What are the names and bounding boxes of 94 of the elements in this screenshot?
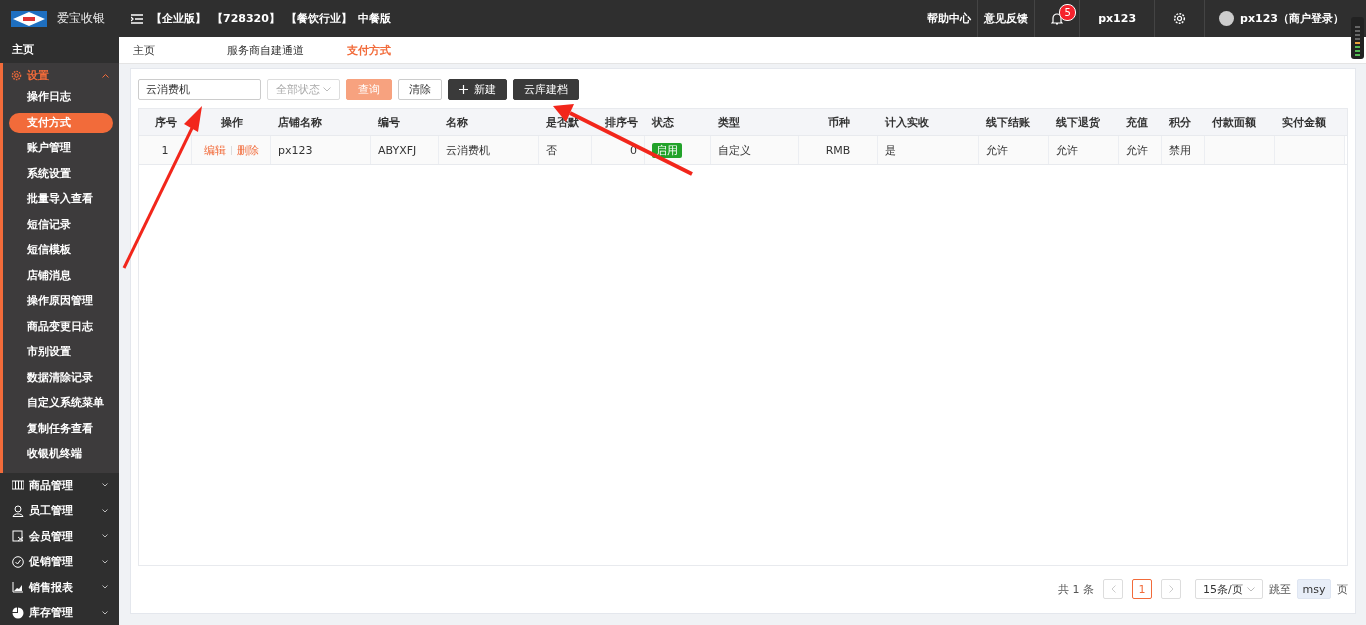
column-header: 排序号 <box>604 114 639 131</box>
table-cell: ABYXFJ <box>371 136 439 164</box>
column-header: 充值 <box>1125 114 1149 131</box>
chevron-down-icon <box>1247 586 1255 592</box>
column-header: 操作 <box>219 114 244 131</box>
column-header: 状态 <box>650 114 675 131</box>
column-header: 实付金额 <box>1281 114 1327 131</box>
sidebar-item[interactable]: 系统设置 <box>9 163 113 184</box>
sidebar-item[interactable]: 数据清除记录 <box>9 367 113 388</box>
plus-icon <box>459 85 468 94</box>
edition-tag: 【餐饮行业】 <box>285 11 352 26</box>
table-cell: 1 <box>139 136 192 164</box>
table-cell: 云消费机 <box>439 136 539 164</box>
clear-button[interactable]: 清除 <box>398 79 442 100</box>
bell-icon[interactable] <box>1051 11 1064 26</box>
logo-icon <box>11 10 47 27</box>
notification-badge: 5 <box>1059 4 1077 21</box>
sidebar-item[interactable]: 操作原因管理 <box>9 291 113 312</box>
settings-icon[interactable] <box>1173 12 1187 25</box>
check-icon <box>12 555 24 568</box>
account-name[interactable]: px123（商户登录） <box>1240 11 1344 26</box>
pie-icon <box>12 606 24 619</box>
sidebar-group[interactable]: 销售报表 <box>0 574 119 600</box>
meter-widget <box>1351 17 1364 59</box>
sidebar-group[interactable]: 库存管理 <box>0 600 119 625</box>
page-size-select[interactable]: 15条/页 <box>1195 579 1263 599</box>
sidebar-item[interactable]: 短信记录 <box>9 214 113 235</box>
table-cell: 否 <box>539 136 592 164</box>
column-header: 计入实收 <box>884 114 930 131</box>
caret-icon <box>102 559 108 564</box>
caret-icon <box>102 483 108 488</box>
column-header: 付款面额 <box>1211 114 1257 131</box>
goto-field[interactable]: msy <box>1297 579 1331 599</box>
sidebar-item[interactable]: 主页 <box>0 37 119 63</box>
edition-tag: 【728320】 <box>212 11 280 26</box>
column-header: 线下结账 <box>985 114 1031 131</box>
table-cell: 禁用 <box>1162 136 1205 164</box>
column-header: 线下退货 <box>1055 114 1101 131</box>
caret-icon <box>102 508 108 513</box>
page-suffix: 页 <box>1337 581 1348 597</box>
search-field[interactable]: 云消费机 <box>138 79 261 100</box>
edition-tag: 中餐版 <box>357 11 391 26</box>
sidebar-group[interactable]: 促销管理 <box>0 549 119 575</box>
menu-icon[interactable] <box>131 13 143 24</box>
table-cell: 自定义 <box>711 136 799 164</box>
table-cell: px123 <box>271 136 371 164</box>
person-icon <box>12 504 24 517</box>
table-cell: 是 <box>878 136 979 164</box>
table-cell: 允许 <box>979 136 1049 164</box>
table-cell: 允许 <box>1119 136 1162 164</box>
table-cell: 允许 <box>1049 136 1119 164</box>
cloud-archive-button[interactable]: 云库建档 <box>513 79 579 100</box>
card-icon <box>12 530 24 543</box>
total-count: 共 1 条 <box>1058 581 1094 597</box>
caret-icon <box>102 585 108 590</box>
chevron-right-icon <box>1168 585 1174 593</box>
caret-icon <box>102 610 108 615</box>
sidebar-group[interactable]: 会员管理 <box>0 523 119 549</box>
sidebar-group[interactable]: 商品管理 <box>0 472 119 498</box>
column-header: 积分 <box>1168 114 1192 131</box>
column-header: 名称 <box>445 114 469 131</box>
avatar <box>1219 11 1235 26</box>
status-badge: 启用 <box>652 142 682 158</box>
sidebar-section[interactable]: 设置 <box>3 63 119 87</box>
sidebar-item[interactable]: 自定义系统菜单 <box>9 393 113 414</box>
sidebar-item[interactable]: 复制任务查看 <box>9 418 113 439</box>
page-tab[interactable]: 服务商自建通道 <box>213 42 333 58</box>
edition-tag: 【企业版】 <box>151 11 206 26</box>
sidebar-item[interactable]: 商品变更日志 <box>9 316 113 337</box>
sidebar-group[interactable]: 员工管理 <box>0 498 119 524</box>
chart-icon <box>12 581 24 594</box>
sidebar-item[interactable]: 店铺消息 <box>9 265 113 286</box>
column-header: 币种 <box>826 114 851 131</box>
settings-icon <box>11 69 22 81</box>
sidebar-item[interactable]: 批量导入查看 <box>9 189 113 210</box>
chevron-left-icon <box>1110 585 1116 593</box>
column-header: 编号 <box>377 114 401 131</box>
sidebar-item[interactable]: 操作日志 <box>9 87 113 108</box>
chevron-down-icon <box>323 87 331 92</box>
sidebar-item[interactable]: 收银机终端 <box>9 444 113 465</box>
column-header: 店铺名称 <box>277 114 323 131</box>
column-header: 类型 <box>717 114 741 131</box>
caret-icon <box>102 534 108 539</box>
goto-label: 跳至 <box>1269 581 1291 597</box>
table-cell: RMB <box>799 136 878 164</box>
new-button[interactable]: 新建 <box>448 79 507 100</box>
caret-icon <box>102 72 109 78</box>
app-name: 爱宝收银 <box>57 10 105 27</box>
page-tab[interactable]: 主页 <box>119 42 213 58</box>
column-header: 序号 <box>153 114 178 131</box>
sidebar-item[interactable]: 短信模板 <box>9 240 113 261</box>
sidebar-item[interactable]: 市别设置 <box>9 342 113 363</box>
barcode-icon <box>12 479 24 492</box>
sidebar-item[interactable]: 账户管理 <box>9 138 113 159</box>
